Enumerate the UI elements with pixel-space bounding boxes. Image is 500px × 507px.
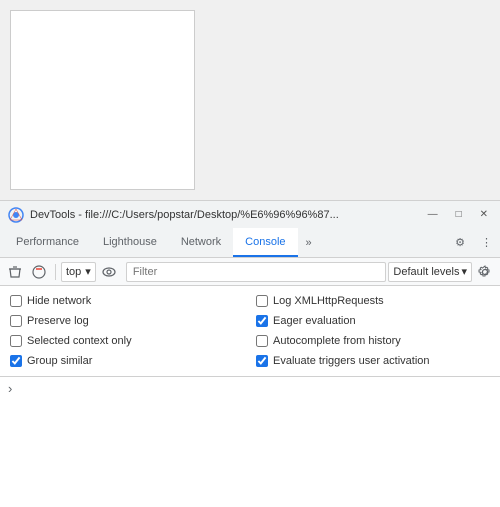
eye-button[interactable] [98,261,120,283]
tab-bar: Performance Lighthouse Network Console »… [0,228,500,258]
minimize-button[interactable]: — [424,207,442,222]
eye-icon [102,265,116,279]
eager-eval-label: Eager evaluation [273,315,356,327]
settings-icon[interactable]: ⚙ [447,228,473,257]
preserve-log-label: Preserve log [27,315,89,327]
filter-toggle-button[interactable] [28,261,50,283]
log-xml-label: Log XMLHttpRequests [273,295,384,307]
eager-eval-checkbox[interactable] [256,315,268,327]
console-settings-button[interactable] [474,261,496,283]
eval-triggers-option: Evaluate triggers user activation [254,352,492,370]
title-bar-left: DevTools - file:///C:/Users/popstar/Desk… [8,207,339,223]
clear-icon [8,265,22,279]
hide-network-label: Hide network [27,295,91,307]
filter-icon [32,265,46,279]
log-level-selector[interactable]: Default levels ▾ [388,262,472,282]
tab-console[interactable]: Console [233,228,297,257]
autocomplete-label: Autocomplete from history [273,335,401,347]
group-similar-checkbox[interactable] [10,355,22,367]
tab-spacer [320,228,447,257]
tab-more-button[interactable]: » [298,228,320,257]
chrome-icon [8,207,24,223]
maximize-button[interactable]: □ [452,207,466,222]
log-xml-checkbox[interactable] [256,295,268,307]
selected-context-option: Selected context only [8,332,246,350]
selected-context-checkbox[interactable] [10,335,22,347]
console-prompt: › [8,381,12,396]
level-label: Default levels [393,266,459,278]
title-bar: DevTools - file:///C:/Users/popstar/Desk… [0,200,500,228]
preserve-log-checkbox[interactable] [10,315,22,327]
context-arrow-icon: ▾ [85,265,91,278]
gear-icon [478,265,492,279]
tab-lighthouse[interactable]: Lighthouse [91,228,169,257]
autocomplete-option: Autocomplete from history [254,332,492,350]
preview-area [0,0,500,200]
group-similar-option: Group similar [8,352,246,370]
eager-eval-option: Eager evaluation [254,312,492,330]
hide-network-checkbox[interactable] [10,295,22,307]
level-arrow-icon: ▾ [461,265,467,278]
console-settings-panel: Hide network Log XMLHttpRequests Preserv… [0,286,500,377]
title-text: DevTools - file:///C:/Users/popstar/Desk… [30,209,339,221]
console-output[interactable]: › [0,377,500,400]
selected-context-label: Selected context only [27,335,132,347]
tab-network[interactable]: Network [169,228,233,257]
toolbar-divider [55,264,56,280]
autocomplete-checkbox[interactable] [256,335,268,347]
filter-input[interactable] [126,262,387,282]
console-toolbar: top ▾ Default levels ▾ [0,258,500,286]
hide-network-option: Hide network [8,292,246,310]
log-xml-option: Log XMLHttpRequests [254,292,492,310]
preview-box [10,10,195,190]
more-options-icon[interactable]: ⋮ [473,228,500,257]
close-button[interactable]: ✕ [476,207,492,222]
eval-triggers-checkbox[interactable] [256,355,268,367]
tab-performance[interactable]: Performance [4,228,91,257]
preserve-log-option: Preserve log [8,312,246,330]
group-similar-label: Group similar [27,355,92,367]
title-bar-right: — □ ✕ [424,207,492,222]
eval-triggers-label: Evaluate triggers user activation [273,355,430,367]
context-value: top [66,266,81,278]
clear-console-button[interactable] [4,261,26,283]
context-selector[interactable]: top ▾ [61,262,96,282]
